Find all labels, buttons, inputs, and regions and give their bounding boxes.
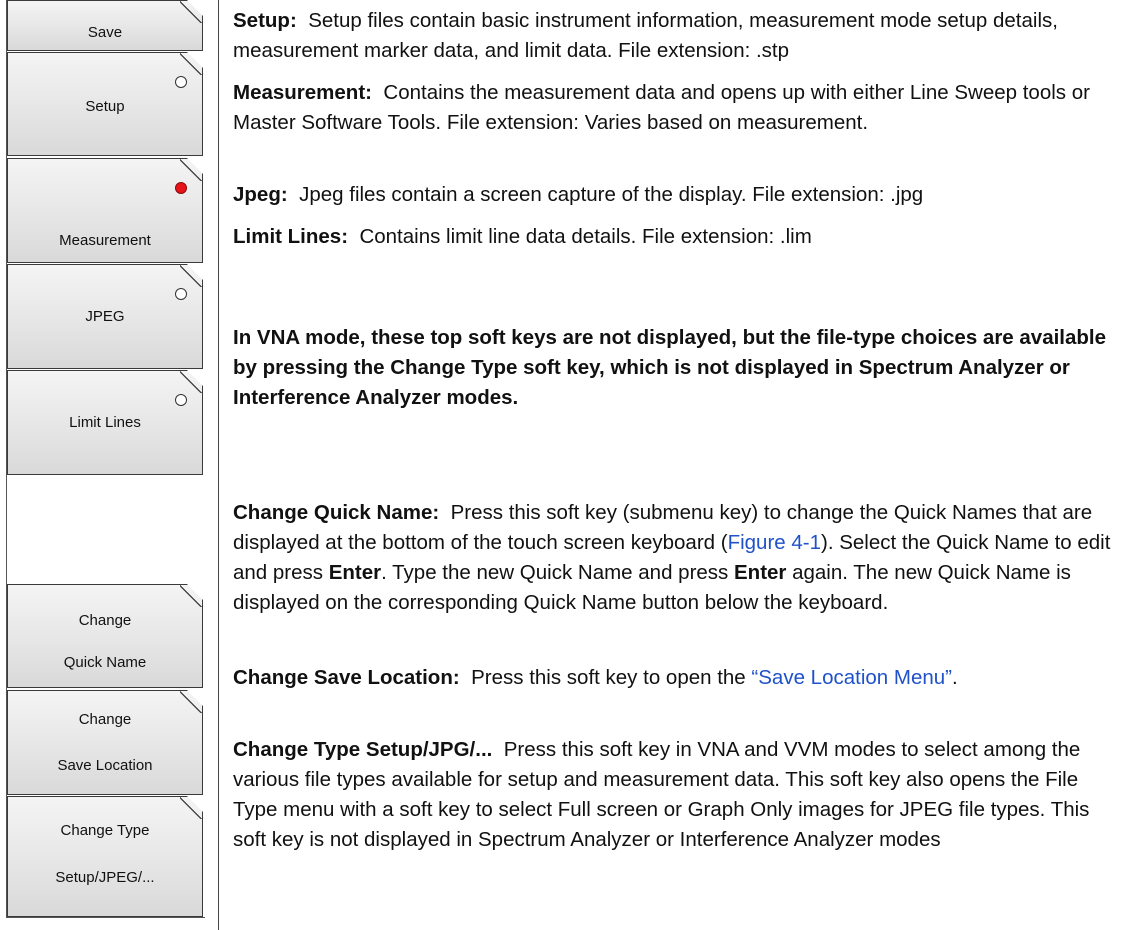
measurement-description: Measurement: Contains the measurement da… [233,78,1126,138]
save-menu-title-label: Save [87,24,123,41]
change-quick-name-term: Change Quick Name: [233,501,440,524]
measurement-softkey[interactable]: Measurement [7,158,203,263]
change-type-description: Change Type Setup/JPG/... Press this sof… [233,735,1126,855]
column-divider [218,0,219,930]
change-save-location-label-2: Save Location [57,757,153,774]
jpeg-description: Jpeg: Jpeg files contain a screen captur… [233,180,1126,210]
setup-description: Setup: Setup files contain basic instrum… [233,6,1126,66]
limit-lines-text: Contains limit line data details. File e… [359,225,812,248]
setup-term: Setup: [233,9,297,32]
measurement-radio-icon [175,182,187,194]
jpeg-radio-icon [175,288,187,300]
change-type-term: Change Type Setup/JPG/... [233,738,493,761]
jpeg-softkey[interactable]: JPEG [7,264,203,369]
change-quick-name-label-2: Quick Name [63,654,147,671]
change-save-location-softkey[interactable]: Change Save Location [7,690,203,795]
jpeg-softkey-label: JPEG [85,308,125,325]
vna-mode-note: In VNA mode, these top soft keys are not… [233,326,1107,409]
change-save-location-text: Press this soft key to open the [471,666,752,689]
limit-lines-description: Limit Lines: Contains limit line data de… [233,222,1126,252]
change-save-location-label-1: Change [78,711,132,728]
change-save-location-term: Change Save Location: [233,666,460,689]
setup-softkey-label: Setup [85,98,125,115]
change-quick-name-label-1: Change [78,612,132,629]
limit-lines-radio-icon [175,394,187,406]
change-type-label-2: Setup/JPEG/... [55,869,155,886]
enter-term-1: Enter [328,561,382,584]
figure-4-1-link[interactable]: Figure 4-1 [728,531,821,554]
limit-lines-softkey[interactable]: Limit Lines [7,370,203,475]
change-quick-name-description: Change Quick Name: Press this soft key (… [233,498,1126,618]
change-quick-name-softkey[interactable]: Change Quick Name [7,584,203,688]
change-type-softkey[interactable]: Change Type Setup/JPEG/... [7,796,203,917]
measurement-softkey-label: Measurement [59,232,151,249]
limit-lines-softkey-label: Limit Lines [69,414,141,431]
change-type-label-1: Change Type [60,822,150,839]
softkey-panel: Save Setup Measurement JPEG Limit Lines … [6,0,205,918]
setup-text: Setup files contain basic instrument inf… [233,9,1058,62]
jpeg-term: Jpeg: [233,183,288,206]
limit-lines-term: Limit Lines: [233,225,349,248]
jpeg-text: Jpeg files contain a screen capture of t… [299,183,924,206]
save-menu-title: Save [7,0,203,51]
change-quick-name-text-3: . Type the new Quick Name and press [381,561,734,584]
change-save-location-end: . [951,666,958,689]
setup-softkey[interactable]: Setup [7,52,203,156]
change-save-location-description: Change Save Location: Press this soft ke… [233,663,1126,693]
setup-radio-icon [175,76,187,88]
enter-term-2: Enter [734,561,787,584]
measurement-term: Measurement: [233,81,372,104]
save-location-menu-link[interactable]: “Save Location Menu” [751,666,952,689]
